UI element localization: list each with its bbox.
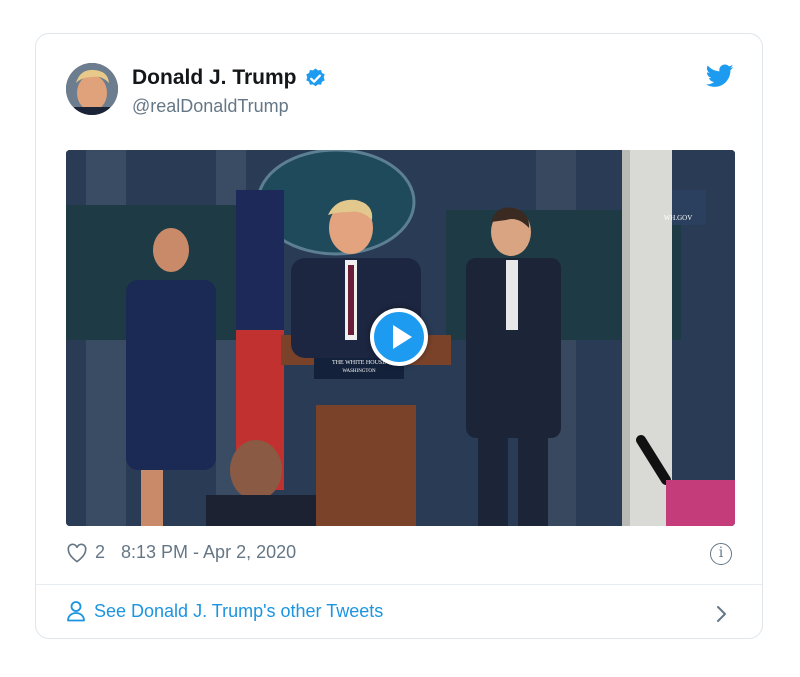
info-icon[interactable]: i	[710, 543, 732, 565]
video-player[interactable]: THE WHITE HOUSE WASHINGTON WH.GOV	[66, 150, 735, 526]
author-name-row[interactable]: Donald J. Trump	[132, 66, 327, 90]
verified-badge-icon	[305, 67, 325, 86]
heart-icon[interactable]	[66, 543, 88, 563]
author-handle[interactable]: @realDonaldTrump	[132, 96, 289, 117]
timestamp[interactable]: 8:13 PM - Apr 2, 2020	[121, 542, 296, 563]
podium-sign-line1: THE WHITE HOUSE	[332, 360, 386, 366]
chevron-right-icon[interactable]	[716, 605, 728, 623]
see-other-tweets-label[interactable]: See Donald J. Trump's other Tweets	[94, 601, 383, 622]
embedded-tweet-card[interactable]: Donald J. Trump @realDonaldTrump THE WHI…	[35, 33, 763, 639]
podium-sign-line2: WASHINGTON	[342, 369, 376, 374]
avatar[interactable]	[66, 63, 118, 115]
person-icon	[67, 601, 85, 622]
author-name[interactable]: Donald J. Trump	[132, 66, 297, 90]
twitter-bird-icon[interactable]	[706, 64, 734, 88]
divider	[36, 584, 762, 585]
wh-gov-watermark: WH.GOV	[664, 214, 693, 222]
see-other-tweets-link[interactable]: See Donald J. Trump's other Tweets	[66, 600, 383, 622]
like-count[interactable]: 2	[95, 542, 105, 563]
tweet-meta: 2 8:13 PM - Apr 2, 2020	[66, 542, 296, 563]
play-button[interactable]	[370, 308, 428, 366]
